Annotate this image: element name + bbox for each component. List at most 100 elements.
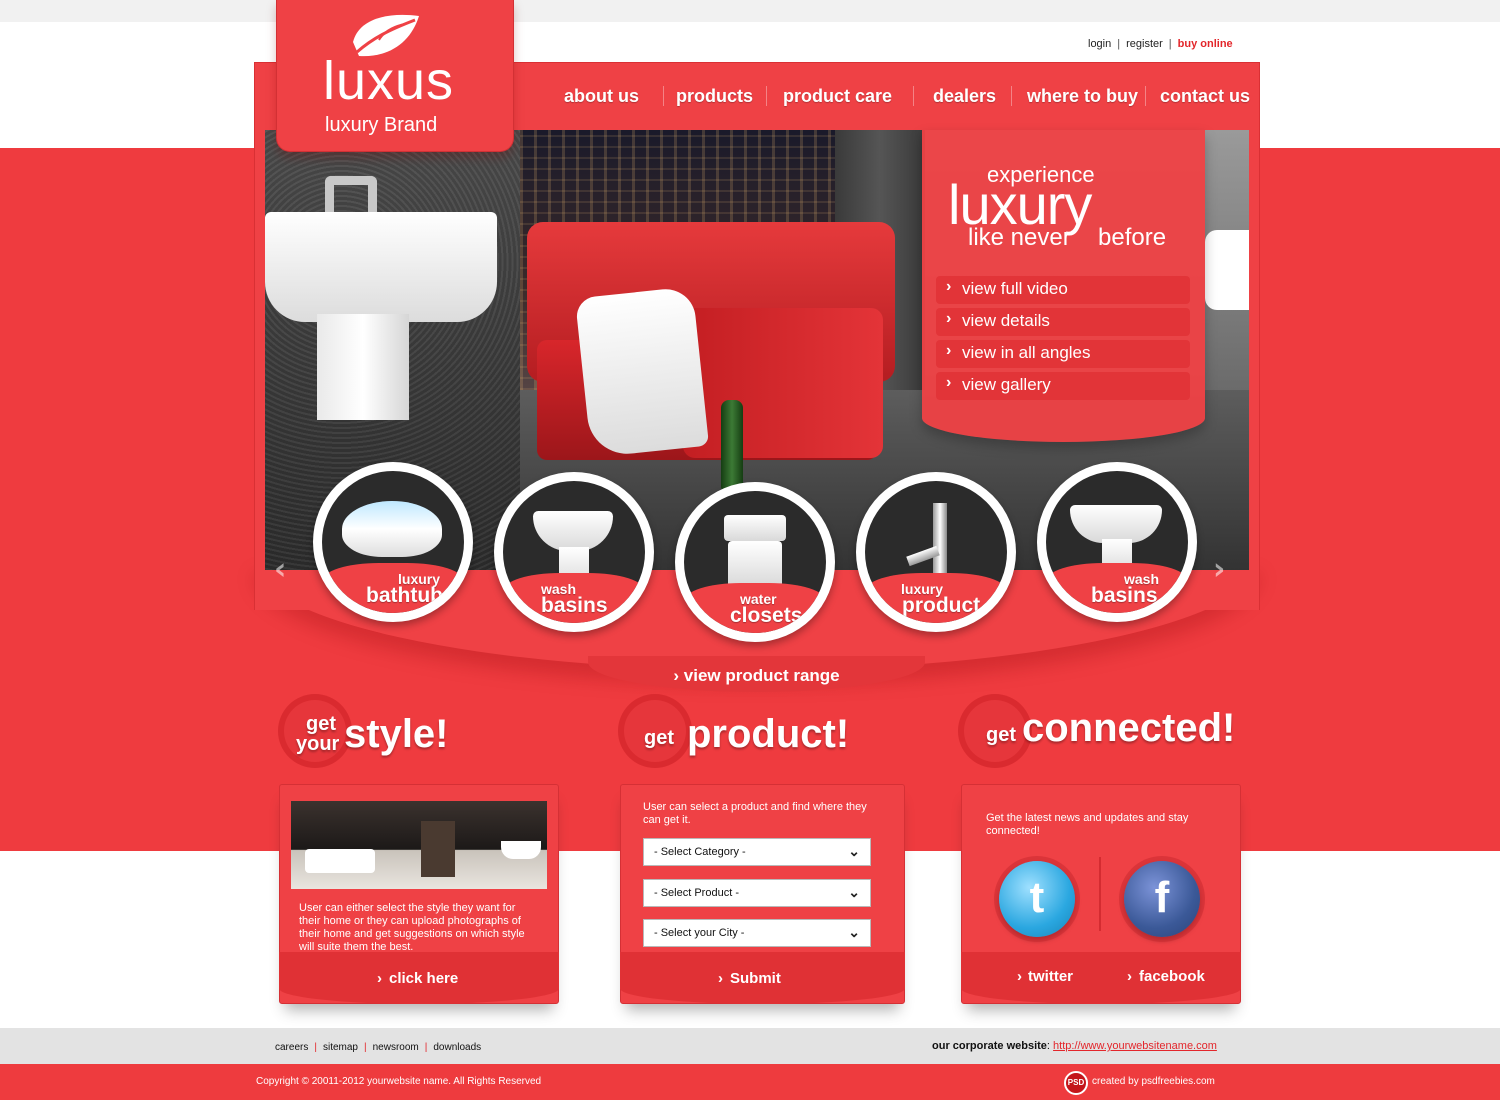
thumb-basin xyxy=(501,841,541,859)
chevron-right-icon: › xyxy=(1127,968,1132,985)
bathtub-image xyxy=(342,501,442,557)
product-description: User can select a product and find where… xyxy=(643,801,867,826)
style-heading-your: your xyxy=(296,733,340,755)
style-heading-get: get xyxy=(306,713,336,735)
category-select-value: - Select Category - xyxy=(654,846,746,858)
hero-towel xyxy=(574,286,710,458)
separator: | xyxy=(314,1042,317,1053)
corporate-label: our corporate website xyxy=(932,1040,1047,1052)
carousel-label-big: basins xyxy=(1091,584,1158,607)
chevron-right-icon: › xyxy=(1017,968,1022,985)
main-nav: about us products product care dealers w… xyxy=(515,62,1260,130)
hero-right-sink xyxy=(1205,230,1249,310)
logo[interactable]: luxus luxury Brand xyxy=(276,0,514,152)
promo-panel: experience luxury like never before view… xyxy=(922,130,1205,442)
city-select[interactable]: - Select your City - ⌄ xyxy=(643,919,871,947)
carousel-item-wash-basins-2[interactable]: wash basins xyxy=(1037,462,1197,622)
closet-body xyxy=(728,541,782,587)
carousel-thumb: water closets xyxy=(684,491,826,633)
chevron-right-icon: › xyxy=(377,970,382,987)
arrow-left-icon[interactable]: ‹ xyxy=(274,552,286,587)
footer-link-newsroom[interactable]: newsroom xyxy=(373,1042,419,1053)
nav-divider xyxy=(663,86,664,106)
footer-copyright-bar xyxy=(0,1064,1500,1100)
carousel-label-big: bathtub xyxy=(366,584,443,607)
carousel-item-water-closets[interactable]: water closets xyxy=(675,482,835,642)
twitter-glyph: t xyxy=(1029,873,1045,922)
twitter-link[interactable]: twitter xyxy=(1028,968,1073,985)
carousel-item-wash-basins[interactable]: wash basins xyxy=(494,472,654,632)
login-link[interactable]: login xyxy=(1088,38,1111,50)
footer-link-sitemap[interactable]: sitemap xyxy=(323,1042,358,1053)
hero-sink-pedestal xyxy=(317,314,409,420)
credit-link[interactable]: created by psdfreebies.com xyxy=(1092,1076,1215,1087)
footer-link-downloads[interactable]: downloads xyxy=(433,1042,481,1053)
style-card: User can either select the style they wa… xyxy=(279,784,559,1004)
product-card: User can select a product and find where… xyxy=(620,784,905,1004)
nav-product-care[interactable]: product care xyxy=(783,86,892,107)
social-links-bar: › twitter › facebook xyxy=(961,952,1241,1004)
buy-online-link[interactable]: buy online xyxy=(1178,38,1233,50)
basin-image xyxy=(533,511,613,551)
corporate-url-link[interactable]: http://www.yourwebsitename.com xyxy=(1053,1040,1217,1052)
nav-divider xyxy=(913,86,914,106)
carousel-label-big: product xyxy=(902,594,981,617)
separator: | xyxy=(1117,38,1121,50)
psd-badge-icon[interactable]: PSD xyxy=(1064,1071,1088,1095)
nav-where-to-buy[interactable]: where to buy xyxy=(1027,86,1138,107)
carousel-thumb: wash basins xyxy=(503,481,645,623)
carousel-item-bathtub[interactable]: luxury bathtub xyxy=(313,462,473,622)
nav-dealers[interactable]: dealers xyxy=(933,86,996,107)
chevron-down-icon: ⌄ xyxy=(848,884,860,900)
top-strip xyxy=(0,0,1500,22)
nav-products[interactable]: products xyxy=(676,86,753,107)
product-heading-big: product! xyxy=(687,712,850,756)
facebook-glyph: f xyxy=(1154,873,1170,922)
twitter-icon[interactable]: t xyxy=(999,861,1075,937)
click-here-label: click here xyxy=(389,970,459,987)
chevron-right-icon: › xyxy=(718,970,723,987)
carousel-label-big: basins xyxy=(541,594,608,617)
closet-lid xyxy=(724,515,786,541)
chevron-down-icon: ⌄ xyxy=(848,924,860,940)
connected-heading-get: get xyxy=(986,724,1016,746)
register-link[interactable]: register xyxy=(1126,38,1163,50)
style-heading-big: style! xyxy=(344,712,449,756)
chevron-right-icon: › xyxy=(673,666,680,685)
style-thumbnail xyxy=(291,801,547,889)
product-select-value: - Select Product - xyxy=(654,887,739,899)
logo-name: luxus xyxy=(323,51,455,111)
view-product-range-label: view product range xyxy=(683,666,840,685)
facebook-icon[interactable]: f xyxy=(1124,861,1200,937)
product-heading-get: get xyxy=(644,727,674,749)
category-select[interactable]: - Select Category - ⌄ xyxy=(643,838,871,866)
nav-divider xyxy=(1011,86,1012,106)
promo-line-like-never: like never xyxy=(968,224,1071,251)
footer-links: careers | sitemap | newsroom | downloads xyxy=(275,1042,481,1053)
nav-contact-us[interactable]: contact us xyxy=(1160,86,1250,107)
carousel-item-luxury-product[interactable]: luxury product xyxy=(856,472,1016,632)
arrow-right-icon[interactable]: › xyxy=(1213,552,1225,587)
carousel-thumb: luxury product xyxy=(865,481,1007,623)
view-all-angles-button[interactable]: view in all angles xyxy=(936,340,1190,368)
view-details-button[interactable]: view details xyxy=(936,308,1190,336)
social-divider xyxy=(1099,857,1101,931)
submit-label: Submit xyxy=(730,970,781,987)
connected-heading-big: connected! xyxy=(1022,706,1236,750)
footer-link-careers[interactable]: careers xyxy=(275,1042,308,1053)
faucet-image xyxy=(933,503,947,573)
hero-bottle xyxy=(721,400,743,490)
view-gallery-button[interactable]: view gallery xyxy=(936,372,1190,400)
product-select[interactable]: - Select Product - ⌄ xyxy=(643,879,871,907)
nav-about-us[interactable]: about us xyxy=(564,86,639,107)
hero-sink xyxy=(265,212,497,322)
connected-card: Get the latest news and updates and stay… xyxy=(961,784,1241,1004)
click-here-button[interactable]: › click here xyxy=(279,952,559,1004)
facebook-link[interactable]: facebook xyxy=(1139,968,1205,985)
carousel-thumb: wash basins xyxy=(1046,471,1188,613)
nav-divider xyxy=(1145,86,1146,106)
view-full-video-button[interactable]: view full video xyxy=(936,276,1190,304)
thumb-tub xyxy=(305,849,375,873)
submit-button[interactable]: › Submit xyxy=(620,952,905,1004)
basin-image xyxy=(1070,505,1162,543)
